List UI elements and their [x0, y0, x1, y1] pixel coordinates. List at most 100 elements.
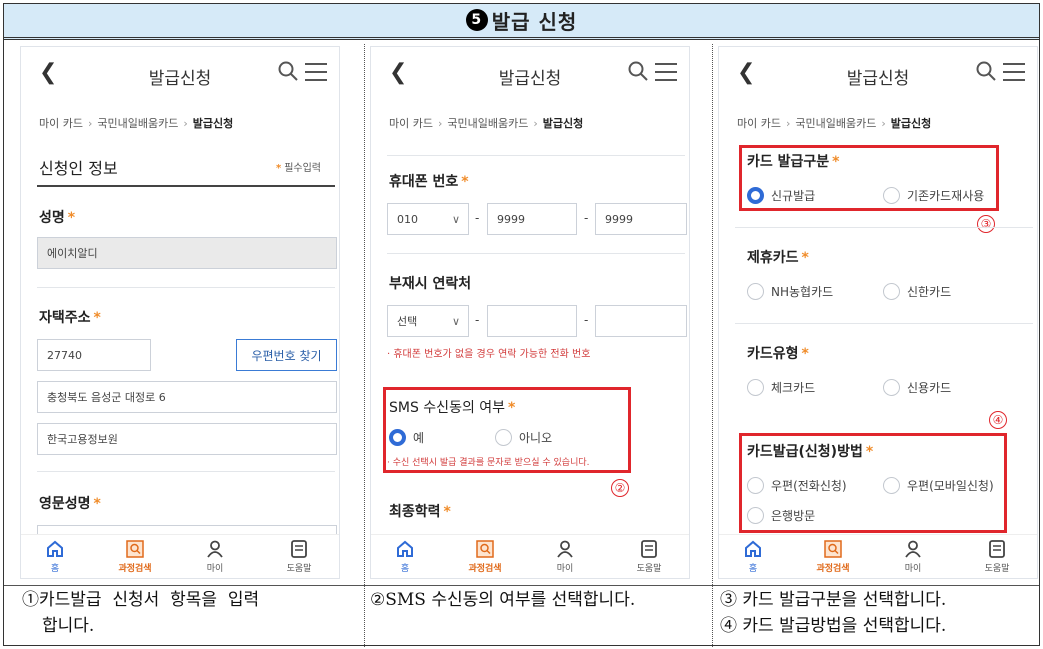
method-phone-radio[interactable]: 우편(전화신청): [747, 477, 847, 494]
divider: [387, 155, 685, 156]
radio-unchecked-icon: [747, 379, 764, 396]
phone-prefix-select[interactable]: 010 ∨: [387, 203, 469, 235]
person-icon: [207, 540, 223, 558]
radio-unchecked-icon: [495, 429, 512, 446]
nav-home[interactable]: 홈: [25, 539, 85, 574]
address-line1-field[interactable]: 충청북도 음성군 대정로 6: [37, 381, 337, 413]
caption-divider: [4, 585, 1039, 586]
breadcrumb-card-type[interactable]: 국민내일배움카드: [447, 117, 528, 130]
radio-unchecked-icon: [883, 187, 900, 204]
nav-help[interactable]: 도움말: [967, 539, 1027, 574]
nav-my[interactable]: 마이: [883, 539, 943, 574]
alt-middle-field[interactable]: [487, 305, 577, 337]
radio-unchecked-icon: [747, 507, 764, 524]
chevron-down-icon: ∨: [451, 212, 460, 226]
nav-my[interactable]: 마이: [185, 539, 245, 574]
nav-my[interactable]: 마이: [535, 539, 595, 574]
radio-unchecked-icon: [883, 283, 900, 300]
find-zip-button[interactable]: 우편번호 찾기: [236, 339, 337, 371]
home-icon: [397, 540, 413, 557]
nav-course-search[interactable]: 과정검색: [455, 539, 515, 574]
callout-marker-4: ④: [989, 411, 1007, 429]
sms-note: · 수신 선택시 발급 결과를 문자로 받으실 수 있습니다.: [387, 458, 590, 468]
breadcrumb-current: 발급신청: [542, 117, 584, 130]
home-icon: [47, 540, 63, 557]
bottom-navigation: 홈 과정검색 마이 도움말: [371, 534, 689, 578]
breadcrumb-my-card[interactable]: 마이 카드: [39, 117, 83, 130]
nav-course-search[interactable]: 과정검색: [105, 539, 165, 574]
breadcrumb: 마이 카드 › 국민내일배움카드 › 발급신청: [39, 117, 234, 130]
breadcrumb-card-type[interactable]: 국민내일배움카드: [97, 117, 178, 130]
search-icon[interactable]: [627, 60, 649, 82]
partner-shinhan-radio[interactable]: 신한카드: [883, 283, 951, 300]
breadcrumb-current: 발급신청: [890, 117, 932, 130]
divider: [735, 323, 1033, 324]
radio-unchecked-icon: [747, 283, 764, 300]
alt-prefix-select[interactable]: 선택 ∨: [387, 305, 469, 337]
issue-type-label: 카드 발급구분 *: [747, 154, 840, 170]
breadcrumb-card-type[interactable]: 국민내일배움카드: [795, 117, 876, 130]
phone-middle-field[interactable]: 9999: [487, 203, 577, 235]
help-doc-icon: [989, 540, 1005, 558]
name-field[interactable]: 에이치알디: [37, 237, 337, 269]
phone-screen: ❮ 발급신청 마이 카드 › 국민내일배움카드 › 발급신청 휴대폰 번호 * 010 ∨ …: [371, 47, 689, 578]
home-icon: [745, 540, 761, 557]
nav-course-search[interactable]: 과정검색: [803, 539, 863, 574]
radio-unchecked-icon: [883, 379, 900, 396]
help-doc-icon: [291, 540, 307, 558]
nav-help[interactable]: 도움말: [269, 539, 329, 574]
hamburger-menu-icon[interactable]: [305, 63, 327, 81]
section-rule: [37, 185, 335, 187]
callout-marker-3: ③: [977, 215, 995, 233]
nav-home[interactable]: 홈: [723, 539, 783, 574]
hamburger-menu-icon[interactable]: [655, 63, 677, 81]
chevron-down-icon: ∨: [451, 314, 460, 328]
zip-code-field[interactable]: 27740: [37, 339, 151, 371]
screenshot-panel-1: ❮ 발급신청 마이 카드 › 국민내일배움카드 › 발급신청 신청인 정보 * 필수입력 …: [20, 46, 340, 579]
sms-no-radio[interactable]: 아니오: [495, 429, 552, 446]
sms-yes-radio[interactable]: 예: [389, 429, 424, 446]
sms-consent-label: SMS 수신동의 여부 *: [389, 400, 516, 416]
screenshot-panel-2: ❮ 발급신청 마이 카드 › 국민내일배움카드 › 발급신청 휴대폰 번호 * 010 ∨ …: [370, 46, 690, 579]
help-doc-icon: [641, 540, 657, 558]
phone-label: 휴대폰 번호 *: [389, 174, 469, 190]
callout-marker-2: ②: [611, 479, 629, 497]
search-icon[interactable]: [277, 60, 299, 82]
bottom-navigation: 홈 과정검색 마이 도움말: [719, 534, 1037, 578]
search-icon[interactable]: [975, 60, 997, 82]
caption-2: ②SMS 수신동의 여부를 선택합니다.: [370, 590, 636, 610]
radio-unchecked-icon: [883, 477, 900, 494]
partner-nh-radio[interactable]: NH농협카드: [747, 283, 833, 300]
phone-last-field[interactable]: 9999: [595, 203, 687, 235]
section-title-text: 발급 신청: [491, 10, 578, 34]
method-bank-radio[interactable]: 은행방문: [747, 507, 815, 524]
divider: [37, 471, 335, 472]
address-label: 자택주소 *: [39, 310, 101, 326]
type-credit-radio[interactable]: 신용카드: [883, 379, 951, 396]
issue-new-radio[interactable]: 신규발급: [747, 187, 815, 204]
issue-reuse-radio[interactable]: 기존카드재사용: [883, 187, 984, 204]
breadcrumb-my-card[interactable]: 마이 카드: [389, 117, 433, 130]
radio-checked-icon: [747, 187, 764, 204]
applicant-info-heading: 신청인 정보: [39, 159, 118, 178]
radio-unchecked-icon: [747, 477, 764, 494]
required-note: * 필수입력: [275, 163, 321, 174]
method-mobile-radio[interactable]: 우편(모바일신청): [883, 477, 994, 494]
breadcrumb-my-card[interactable]: 마이 카드: [737, 117, 781, 130]
address-line2-field[interactable]: 한국고용정보원: [37, 423, 337, 455]
app-header: ❮ 발급신청: [21, 47, 339, 101]
divider: [387, 253, 685, 254]
nav-help[interactable]: 도움말: [619, 539, 679, 574]
divider: [735, 227, 1033, 228]
nav-home[interactable]: 홈: [375, 539, 435, 574]
breadcrumb: 마이 카드 › 국민내일배움카드 › 발급신청: [737, 117, 932, 130]
partner-card-label: 제휴카드 *: [747, 250, 809, 266]
section-title: 5 발급 신청: [4, 4, 1039, 40]
app-header: ❮ 발급신청: [719, 47, 1037, 101]
hamburger-menu-icon[interactable]: [1003, 63, 1025, 81]
person-icon: [905, 540, 921, 558]
type-check-radio[interactable]: 체크카드: [747, 379, 815, 396]
phone-screen: ❮ 발급신청 마이 카드 › 국민내일배움카드 › 발급신청 카드 발급구분 * 신규발급…: [719, 47, 1037, 578]
alt-last-field[interactable]: [595, 305, 687, 337]
caption-1: ①카드발급 신청서 항목을 입력 합니다.: [22, 590, 260, 636]
